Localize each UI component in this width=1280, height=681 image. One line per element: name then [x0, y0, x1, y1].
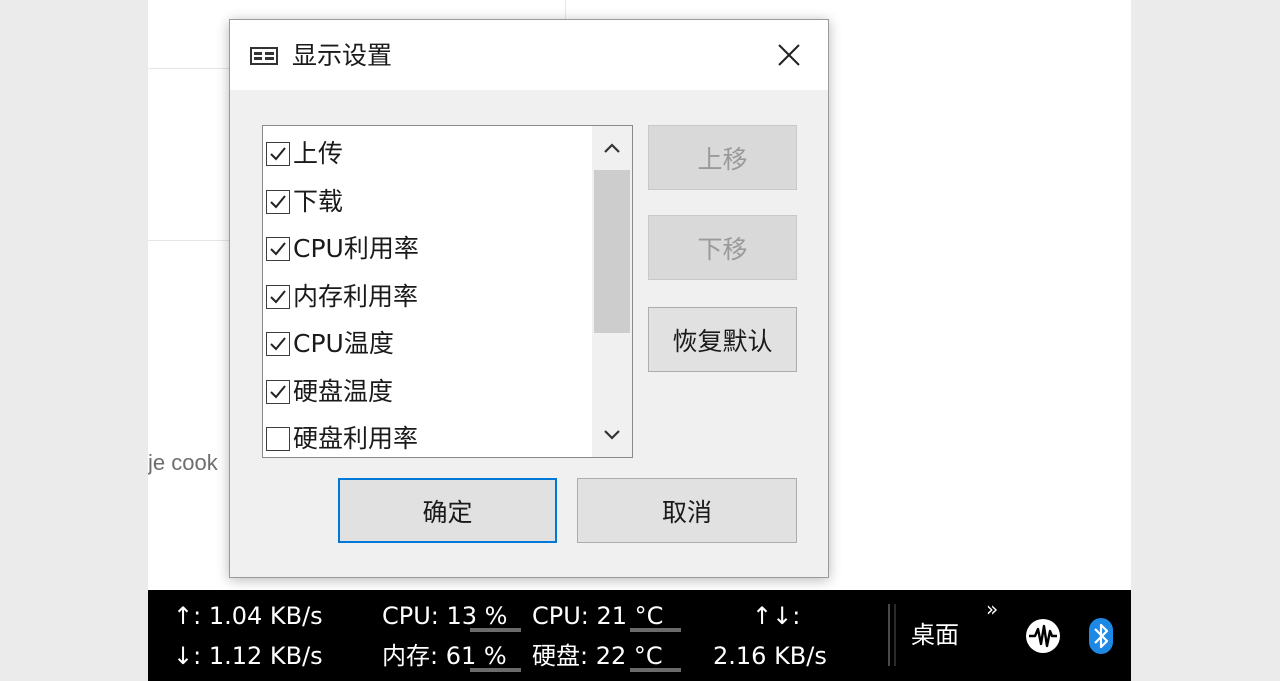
- scroll-up-button[interactable]: [592, 126, 632, 170]
- disk-temperature-bar: [630, 668, 681, 672]
- disk-temperature: 硬盘: 22 °C: [532, 642, 663, 670]
- close-button[interactable]: [750, 20, 828, 90]
- toolbar-overflow-chevron[interactable]: »: [986, 594, 998, 624]
- total-speed-label: ↑↓:: [752, 602, 801, 630]
- taskbar: ↑: 1.04 KB/s ↓: 1.12 KB/s CPU: 13 % 内存: …: [148, 590, 1131, 681]
- item-checkbox[interactable]: [266, 142, 290, 166]
- list-item[interactable]: 下载: [263, 179, 343, 225]
- bluetooth-icon[interactable]: [1089, 618, 1113, 654]
- item-checkbox[interactable]: [266, 189, 290, 214]
- item-label: CPU利用率: [293, 234, 419, 263]
- cpu-usage: CPU: 13 %: [382, 602, 508, 630]
- list-item[interactable]: CPU利用率: [263, 226, 419, 272]
- cancel-button[interactable]: 取消: [577, 478, 797, 543]
- item-checkbox[interactable]: [266, 379, 290, 404]
- desktop-toolbar[interactable]: 桌面: [911, 620, 959, 650]
- chevron-up-icon: [604, 143, 620, 153]
- item-checkbox[interactable]: [266, 427, 290, 451]
- list-item[interactable]: CPU温度: [263, 321, 394, 367]
- list-scrollbar[interactable]: [592, 126, 632, 457]
- chevron-down-icon: [604, 430, 620, 440]
- restore-default-button[interactable]: 恢复默认: [648, 307, 797, 372]
- background-divider: [148, 68, 230, 69]
- item-label: 上传: [293, 139, 344, 168]
- download-speed: ↓: 1.12 KB/s: [173, 642, 323, 670]
- item-label: 下载: [293, 186, 344, 216]
- taskbar-separator: [894, 604, 896, 666]
- move-down-button[interactable]: 下移: [648, 215, 797, 280]
- list-item[interactable]: 硬盘利用率: [263, 416, 419, 457]
- item-checkbox[interactable]: [266, 284, 290, 309]
- list-item[interactable]: 上传: [263, 131, 343, 177]
- item-label: CPU温度: [293, 329, 394, 358]
- scroll-down-button[interactable]: [592, 413, 632, 457]
- upload-speed: ↑: 1.04 KB/s: [173, 602, 323, 630]
- memory-usage-bar: [470, 668, 521, 672]
- cpu-usage-bar: [470, 628, 521, 632]
- display-items-list[interactable]: 上传下载 CPU利用率 内存利用率 CPU温度硬盘温度硬盘利用率: [262, 125, 633, 458]
- list-item[interactable]: 内存利用率: [263, 274, 418, 320]
- total-speed: 2.16 KB/s: [713, 642, 827, 670]
- background-divider: [565, 0, 566, 20]
- list-item[interactable]: 硬盘温度: [263, 369, 393, 415]
- dialog-titlebar[interactable]: 显示设置: [230, 20, 828, 90]
- item-label: 硬盘利用率: [293, 424, 419, 453]
- memory-usage: 内存: 61 %: [382, 642, 507, 670]
- move-up-button[interactable]: 上移: [648, 125, 797, 190]
- item-label: 硬盘温度: [293, 376, 394, 406]
- ok-button[interactable]: 确定: [338, 478, 557, 543]
- item-label: 内存利用率: [293, 281, 419, 311]
- taskbar-separator: [888, 604, 890, 666]
- display-settings-dialog: 显示设置 上传下载 CPU利用率 内存利用率 CPU温度硬盘温度硬盘利用率 上移: [229, 19, 829, 578]
- settings-window-icon: [250, 47, 278, 65]
- activity-monitor-icon[interactable]: [1025, 618, 1061, 654]
- dialog-title: 显示设置: [292, 41, 393, 70]
- cpu-temperature: CPU: 21 °C: [532, 602, 664, 630]
- background-partial-text: je cook: [148, 450, 218, 475]
- item-checkbox[interactable]: [266, 332, 290, 356]
- scroll-thumb[interactable]: [594, 170, 630, 333]
- cpu-temperature-bar: [630, 628, 681, 632]
- background-divider: [148, 240, 230, 241]
- item-checkbox[interactable]: [266, 237, 290, 261]
- close-icon: [778, 44, 800, 66]
